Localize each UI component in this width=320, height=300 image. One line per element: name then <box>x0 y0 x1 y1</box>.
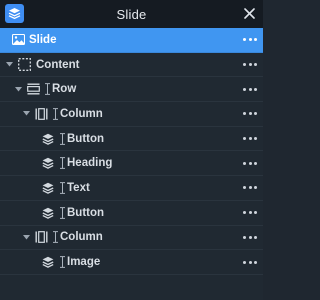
text-cursor-icon <box>59 156 65 170</box>
panel-header: Slide <box>0 0 263 28</box>
tree-item-label: Heading <box>67 157 113 170</box>
tree-item-image[interactable]: Image <box>0 250 263 275</box>
tree-item-label: Row <box>52 83 77 96</box>
tree-empty-area <box>0 275 263 300</box>
more-options-icon[interactable] <box>243 185 257 191</box>
dashed-box-icon <box>16 57 32 73</box>
layers-icon <box>40 254 56 270</box>
text-cursor-icon <box>52 107 58 121</box>
image-icon <box>10 32 26 48</box>
chevron-down-icon[interactable] <box>21 234 31 240</box>
tree-item-label: Button <box>67 132 105 145</box>
more-options-icon[interactable] <box>243 160 257 166</box>
tree-item-label: Slide <box>29 33 57 46</box>
layers-icon <box>40 131 56 147</box>
row-layout-icon <box>25 81 41 97</box>
more-options-icon[interactable] <box>243 37 257 43</box>
layers-icon <box>40 205 56 221</box>
tree-item-button[interactable]: Button <box>0 127 263 152</box>
text-cursor-icon <box>59 132 65 146</box>
tree-item-label: Content <box>36 58 80 71</box>
text-cursor-icon <box>44 82 50 96</box>
tree-item-button[interactable]: Button <box>0 201 263 226</box>
tree-item-text[interactable]: Text <box>0 176 263 201</box>
panel-title: Slide <box>116 6 147 22</box>
tree-item-content[interactable]: Content <box>0 53 263 78</box>
tree-item-heading[interactable]: Heading <box>0 151 263 177</box>
chevron-down-icon[interactable] <box>21 111 31 116</box>
tree-item-label: Column <box>60 107 103 120</box>
tree-item-column[interactable]: Column <box>0 226 263 251</box>
navigator-panel: Slide Slide Content Row Column Button He… <box>0 0 263 300</box>
column-layout-icon <box>33 229 49 245</box>
chevron-down-icon[interactable] <box>13 86 23 92</box>
layers-icon <box>40 155 56 171</box>
more-options-icon[interactable] <box>243 62 257 68</box>
more-options-icon[interactable] <box>243 136 257 142</box>
column-layout-icon <box>33 106 49 122</box>
more-options-icon[interactable] <box>243 234 257 240</box>
more-options-icon[interactable] <box>243 86 257 92</box>
layers-icon <box>40 180 56 196</box>
tree-item-column[interactable]: Column <box>0 102 263 127</box>
text-cursor-icon <box>59 255 65 269</box>
more-options-icon[interactable] <box>243 259 257 265</box>
tree-item-label: Text <box>67 181 90 194</box>
text-cursor-icon <box>52 230 58 244</box>
more-options-icon[interactable] <box>243 210 257 216</box>
tree-item-row[interactable]: Row <box>0 77 263 103</box>
text-cursor-icon <box>59 206 65 220</box>
chevron-down-icon[interactable] <box>4 62 14 67</box>
more-options-icon[interactable] <box>243 111 257 117</box>
tree-item-label: Image <box>67 256 101 269</box>
tree-item-label: Column <box>60 231 103 244</box>
text-cursor-icon <box>59 181 65 195</box>
tree-item-label: Button <box>67 206 105 219</box>
tree-item-slide[interactable]: Slide <box>0 28 263 53</box>
close-icon[interactable] <box>242 6 256 20</box>
